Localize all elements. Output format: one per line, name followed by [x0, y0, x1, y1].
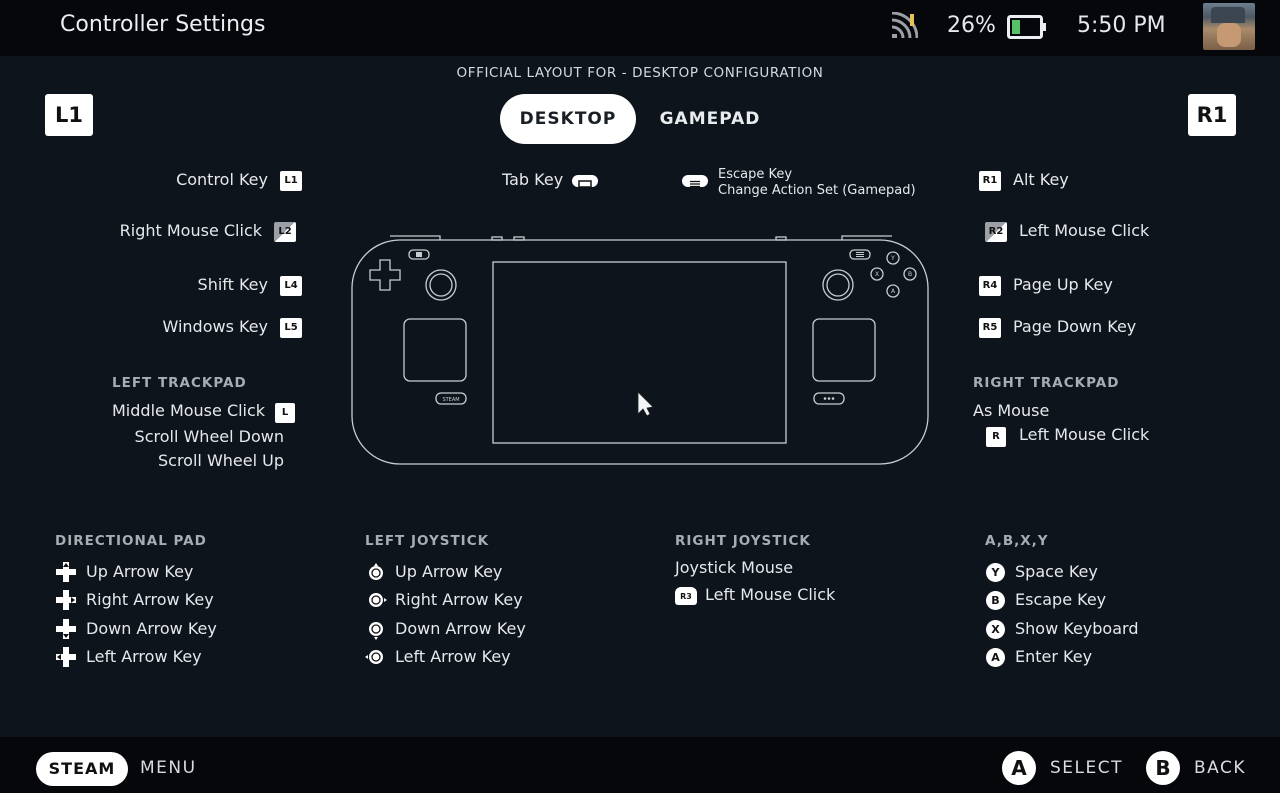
x-button-label: Show Keyboard [1015, 619, 1139, 638]
menu-button-icon [682, 175, 708, 188]
right-joystick-click-label: Left Mouse Click [705, 585, 836, 604]
view-binding-label: Tab Key [502, 170, 564, 189]
r4-binding-label: Page Up Key [1013, 275, 1113, 294]
r1-binding-label: Alt Key [1013, 170, 1069, 189]
right-joystick-mode-label: Joystick Mouse [675, 558, 794, 577]
left-trackpad-heading: LEFT TRACKPAD [112, 375, 247, 391]
b-button-icon: B [986, 591, 1005, 610]
view-button-icon [572, 175, 598, 188]
l4-binding-label: Shift Key [197, 275, 268, 294]
dpad-up-label: Up Arrow Key [86, 562, 194, 581]
menu-label: MENU [140, 758, 197, 778]
menu-secondary-label: Change Action Set (Gamepad) [718, 183, 916, 198]
l5-binding-label: Windows Key [162, 317, 268, 336]
left-stick-left-icon [365, 650, 383, 664]
svg-text:X: X [875, 271, 879, 278]
bottom-bar: STEAM MENU A SELECT B BACK [0, 737, 1280, 793]
r2-badge-icon: R2 [985, 222, 1007, 242]
l1-shoulder-button[interactable]: L1 [45, 94, 93, 136]
dpad-down-label: Down Arrow Key [86, 619, 217, 638]
battery-percentage: 26% [947, 13, 996, 38]
r5-badge-icon: R5 [979, 318, 1001, 338]
l4-badge-icon: L4 [280, 276, 302, 296]
menu-binding-label: Escape Key [718, 167, 793, 182]
clock: 5:50 PM [1077, 13, 1166, 38]
dpad-heading: DIRECTIONAL PAD [55, 533, 207, 549]
right-trackpad-icon: R [986, 427, 1006, 447]
r2-binding-label: Left Mouse Click [1019, 221, 1150, 240]
steam-button[interactable]: STEAM [36, 752, 128, 786]
left-trackpad-icon: L [275, 403, 295, 423]
left-trackpad-click-label: Middle Mouse Click [112, 401, 266, 420]
dpad-right-icon [56, 590, 76, 610]
avatar[interactable] [1203, 3, 1255, 50]
l2-badge-icon: L2 [274, 222, 296, 242]
wifi-icon [891, 12, 918, 39]
right-joystick-heading: RIGHT JOYSTICK [675, 533, 811, 549]
r1-badge-icon: R1 [979, 171, 1001, 191]
left-trackpad-up-label: Scroll Wheel Up [158, 451, 284, 470]
dpad-down-icon [56, 619, 76, 639]
page-title: Controller Settings [60, 12, 266, 37]
mouse-cursor-icon [637, 391, 654, 417]
tab-gamepad[interactable]: GAMEPAD [648, 94, 772, 144]
left-joystick-heading: LEFT JOYSTICK [365, 533, 490, 549]
battery-icon [1007, 15, 1046, 39]
select-label: SELECT [1050, 758, 1123, 778]
left-stick-right-label: Right Arrow Key [395, 590, 523, 609]
left-stick-up-label: Up Arrow Key [395, 562, 503, 581]
l5-badge-icon: L5 [280, 318, 302, 338]
r5-binding-label: Page Down Key [1013, 317, 1137, 336]
a-button-icon: A [986, 648, 1005, 667]
svg-text:Y: Y [890, 255, 895, 262]
y-button-label: Space Key [1015, 562, 1098, 581]
dpad-left-label: Left Arrow Key [86, 647, 202, 666]
left-trackpad-down-label: Scroll Wheel Down [134, 427, 284, 446]
left-stick-down-label: Down Arrow Key [395, 619, 526, 638]
y-button-icon: Y [986, 563, 1005, 582]
left-stick-up-icon [369, 563, 383, 580]
r3-icon: R3 [675, 587, 697, 605]
a-select-button[interactable]: A [1002, 751, 1036, 785]
right-trackpad-heading: RIGHT TRACKPAD [973, 375, 1120, 391]
svg-text:A: A [891, 288, 896, 295]
right-trackpad-mode-label: As Mouse [973, 401, 1050, 420]
b-button-label: Escape Key [1015, 590, 1107, 609]
svg-text:STEAM: STEAM [442, 397, 459, 403]
svg-text:B: B [908, 271, 912, 278]
dpad-left-icon [56, 647, 76, 667]
left-stick-left-label: Left Arrow Key [395, 647, 511, 666]
l1-badge-icon: L1 [280, 171, 302, 191]
left-stick-right-icon [369, 593, 387, 607]
tab-desktop[interactable]: DESKTOP [500, 94, 636, 144]
r4-badge-icon: R4 [979, 276, 1001, 296]
x-button-icon: X [986, 620, 1005, 639]
steam-deck-diagram: Y X B A STEAM [351, 235, 929, 465]
dpad-up-icon [56, 562, 76, 582]
layout-label: OFFICIAL LAYOUT FOR - DESKTOP CONFIGURAT… [456, 65, 824, 81]
r1-shoulder-button[interactable]: R1 [1188, 94, 1236, 136]
b-back-button[interactable]: B [1146, 751, 1180, 785]
dpad-right-label: Right Arrow Key [86, 590, 214, 609]
back-label: BACK [1194, 758, 1247, 778]
top-bar: Controller Settings 26% 5:50 PM [0, 0, 1280, 56]
left-stick-down-icon [369, 622, 383, 640]
a-button-label: Enter Key [1015, 647, 1093, 666]
l2-binding-label: Right Mouse Click [119, 221, 262, 240]
face-buttons-heading: A,B,X,Y [985, 533, 1049, 549]
l1-binding-label: Control Key [176, 170, 268, 189]
right-trackpad-click-label: Left Mouse Click [1019, 425, 1150, 444]
